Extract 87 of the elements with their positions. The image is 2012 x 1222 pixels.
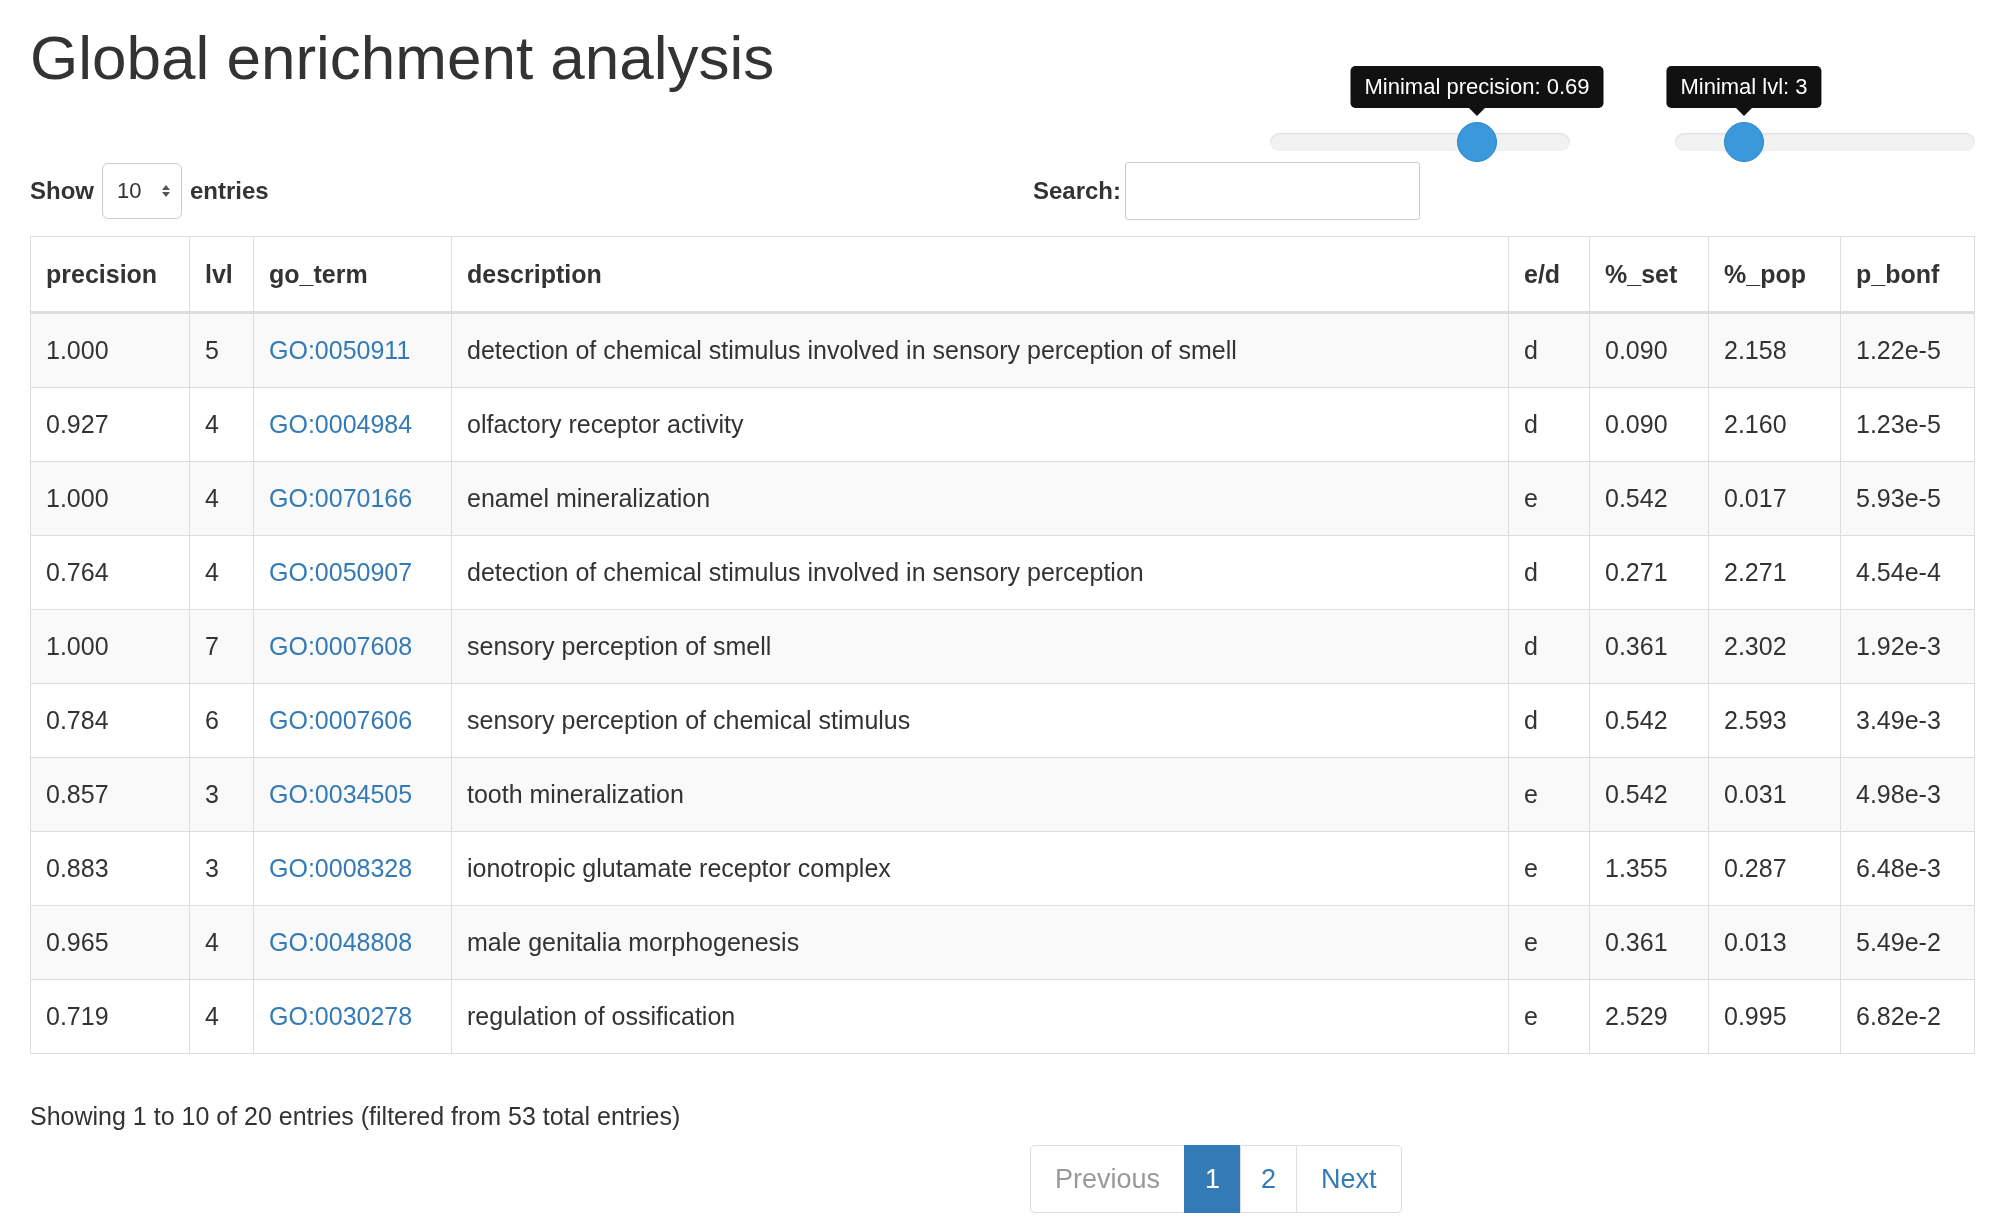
- table-cell: 0.995: [1708, 979, 1841, 1054]
- table-cell: 0.719: [30, 979, 190, 1054]
- table-cell: male genitalia morphogenesis: [451, 905, 1509, 980]
- table-cell: d: [1508, 387, 1590, 462]
- table-cell: 2.302: [1708, 609, 1841, 684]
- table-cell: 1.000: [30, 312, 190, 388]
- show-label: Show: [30, 177, 94, 205]
- table-cell: 0.361: [1589, 609, 1709, 684]
- search-field[interactable]: [1125, 162, 1420, 220]
- table-cell: 2.271: [1708, 535, 1841, 610]
- table-cell: 0.031: [1708, 757, 1841, 832]
- table-cell: d: [1508, 312, 1590, 388]
- table-cell: 0.361: [1589, 905, 1709, 980]
- table-cell: d: [1508, 609, 1590, 684]
- pagination-nav-button[interactable]: Next: [1296, 1145, 1402, 1213]
- slider-handle[interactable]: [1724, 122, 1764, 162]
- table-cell: 4: [189, 535, 254, 610]
- table-cell: 0.013: [1708, 905, 1841, 980]
- table-cell: e: [1508, 979, 1590, 1054]
- table-cell: e: [1508, 905, 1590, 980]
- table-cell: 4: [189, 905, 254, 980]
- table-cell: 0.764: [30, 535, 190, 610]
- table-cell: 6: [189, 683, 254, 758]
- table-cell: 1.000: [30, 461, 190, 536]
- table-cell: 7: [189, 609, 254, 684]
- updown-caret-icon: [161, 183, 171, 199]
- slider-tooltip: Minimal lvl: 3: [1666, 66, 1822, 108]
- table-cell: 1.000: [30, 609, 190, 684]
- table-cell: 6.48e-3: [1840, 831, 1975, 906]
- search-label: Search:: [1032, 177, 1121, 205]
- table-cell: e: [1508, 461, 1590, 536]
- table-cell: 0.857: [30, 757, 190, 832]
- table-info: Showing 1 to 10 of 20 entries (filtered from 53 total entries): [30, 1102, 682, 1131]
- page-button[interactable]: 2: [1240, 1145, 1298, 1213]
- table-cell: 2.529: [1589, 979, 1709, 1054]
- entries-select[interactable]: 10: [102, 163, 182, 219]
- tooltip-pointer-icon: [1469, 108, 1485, 116]
- table-cell: 0.927: [30, 387, 190, 462]
- table-cell: regulation of ossification: [451, 979, 1509, 1054]
- table-cell: 2.593: [1708, 683, 1841, 758]
- table-cell: 4.98e-3: [1840, 757, 1975, 832]
- table-cell: 0.090: [1589, 387, 1709, 462]
- page-title: Global enrichment analysis: [30, 22, 775, 93]
- slider-handle[interactable]: [1457, 122, 1497, 162]
- table-cell: 0.542: [1589, 461, 1709, 536]
- table-cell: 4: [189, 461, 254, 536]
- tooltip-pointer-icon: [1736, 108, 1752, 116]
- table-cell: detection of chemical stimulus involved in sensory perception of smell: [451, 312, 1509, 388]
- table-cell: 6.82e-2: [1840, 979, 1975, 1054]
- table-cell: d: [1508, 683, 1590, 758]
- table-cell: tooth mineralization: [451, 757, 1509, 832]
- table-cell: 3: [189, 757, 254, 832]
- table-cell: 1.22e-5: [1840, 312, 1975, 388]
- table-cell: olfactory receptor activity: [451, 387, 1509, 462]
- table-cell: sensory perception of smell: [451, 609, 1509, 684]
- table-cell: 0.883: [30, 831, 190, 906]
- table-cell: 5.49e-2: [1840, 905, 1975, 980]
- table-cell: ionotropic glutamate receptor complex: [451, 831, 1509, 906]
- table-cell: 0.965: [30, 905, 190, 980]
- table-cell: 0.287: [1708, 831, 1841, 906]
- page-button[interactable]: 1: [1184, 1145, 1242, 1213]
- table-cell: e: [1508, 831, 1590, 906]
- table-cell: 1.23e-5: [1840, 387, 1975, 462]
- table-cell: 2.158: [1708, 312, 1841, 388]
- table-cell: 3.49e-3: [1840, 683, 1975, 758]
- table-cell: d: [1508, 535, 1590, 610]
- entries-label: entries: [190, 177, 269, 205]
- table-cell: 4: [189, 979, 254, 1054]
- table-cell: 0.017: [1708, 461, 1841, 536]
- table-cell: 1.355: [1589, 831, 1709, 906]
- table-cell: 5.93e-5: [1840, 461, 1975, 536]
- table-cell: sensory perception of chemical stimulus: [451, 683, 1509, 758]
- table-cell: 2.160: [1708, 387, 1841, 462]
- table-cell: detection of chemical stimulus involved in sensory perception: [451, 535, 1509, 610]
- table-cell: 0.090: [1589, 312, 1709, 388]
- table-cell: 0.271: [1589, 535, 1709, 610]
- slider-tooltip: Minimal precision: 0.69: [1350, 66, 1604, 108]
- table-cell: 1.92e-3: [1840, 609, 1975, 684]
- table-cell: 5: [189, 312, 254, 388]
- table-cell: 4.54e-4: [1840, 535, 1975, 610]
- table-cell: 4: [189, 387, 254, 462]
- table-cell: 0.542: [1589, 683, 1709, 758]
- table-cell: e: [1508, 757, 1590, 832]
- table-cell: 3: [189, 831, 254, 906]
- table-cell: 0.542: [1589, 757, 1709, 832]
- table-cell: enamel mineralization: [451, 461, 1509, 536]
- table-cell: 0.784: [30, 683, 190, 758]
